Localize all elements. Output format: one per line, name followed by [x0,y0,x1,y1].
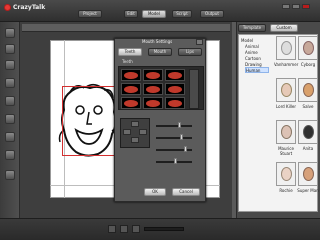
play-controls [108,224,190,234]
gallery: Vanhammer Cyborg Lord Killer Salve Mauri… [274,36,319,212]
gallery-item[interactable] [276,120,296,144]
gallery-item-label: Salve [302,104,314,109]
tree-item-anime[interactable]: Anime [245,50,258,55]
mouth-preset[interactable] [143,97,163,109]
gallery-item[interactable] [298,162,318,186]
slider-control[interactable] [156,146,196,154]
move-right-button[interactable] [139,129,147,135]
timeline-bar[interactable] [144,227,184,231]
tool-eye-icon[interactable] [5,44,15,54]
slider-control[interactable] [156,134,196,142]
gallery-item[interactable] [298,120,318,144]
tab-custom[interactable]: Custom [270,24,298,32]
gallery-item-label: Lord Killer [275,104,297,109]
tab-teeth[interactable]: Teeth [118,48,142,56]
tab-script[interactable]: Script [172,10,192,18]
mouth-preset-grid [118,66,204,110]
app-logo: CrazyTalk [4,3,46,13]
play-icon[interactable] [120,225,128,233]
mouth-preset[interactable] [165,69,185,81]
tab-template[interactable]: Template [238,24,266,32]
tool-gear-icon[interactable] [5,170,15,180]
tab-output[interactable]: Output [200,10,224,18]
logo-icon [4,4,11,11]
gallery-item[interactable] [298,78,318,102]
gallery-item-label: Super Man [297,188,319,193]
avatar [303,167,314,181]
gallery-item-label: Cyborg [300,62,316,67]
tab-lips[interactable]: Lips [178,48,202,56]
stop-icon[interactable] [132,225,140,233]
avatar [281,125,292,139]
tab-edit[interactable]: Edit [124,10,138,18]
avatar [303,125,314,139]
avatar [281,83,292,97]
first-frame-icon[interactable] [108,225,116,233]
tree-item-model[interactable]: Model [241,38,253,43]
ok-button[interactable]: OK [144,188,166,196]
close-icon[interactable] [302,4,310,9]
gallery-item-label: Rochie [279,188,293,193]
avatar [303,41,314,55]
slider-control[interactable] [156,158,196,166]
mouth-preset[interactable] [165,97,185,109]
tool-mouth-icon[interactable] [5,150,15,160]
teeth-label: Teeth [122,59,133,64]
tree-item-animal[interactable]: Animal [245,44,259,49]
maximize-icon[interactable] [292,4,300,9]
dialog-tabs: Teeth Mouth Lips [118,48,202,56]
mouth-preset[interactable] [121,83,141,95]
canvas-ruler [22,24,230,32]
cancel-button[interactable]: Cancel [172,188,200,196]
tree-item-human[interactable]: Human [245,67,269,73]
move-left-button[interactable] [123,129,131,135]
avatar [281,41,292,55]
gallery-item-label: Maurice Stuart [278,146,294,156]
model-tree: Model Animal Anime Cartoon Drawing Human [239,36,273,116]
slider-control[interactable] [156,122,196,130]
avatar [281,167,292,181]
tab-model[interactable]: Model [142,10,166,18]
minimize-icon[interactable] [282,4,290,9]
tool-new-icon[interactable] [5,28,15,38]
top-tabs: Project Edit Model Script Output [78,10,238,20]
dialog-title: Mouth Settings [142,39,173,44]
move-up-button[interactable] [131,121,139,127]
mouth-preset[interactable] [121,97,141,109]
mouth-preset[interactable] [143,83,163,95]
tool-head-icon[interactable] [5,78,15,88]
dialog-close-icon[interactable] [196,39,203,45]
move-down-button[interactable] [131,137,139,143]
gallery-item[interactable] [298,36,318,60]
tool-mask-icon[interactable] [5,132,15,142]
gallery-item[interactable] [276,162,296,186]
gallery-item[interactable] [276,78,296,102]
mouth-preset[interactable] [165,83,185,95]
tool-figure-icon[interactable] [5,96,15,106]
tab-project[interactable]: Project [78,10,102,18]
tab-mouth[interactable]: Mouth [148,48,172,56]
grid-scrollbar[interactable] [189,69,199,109]
tool-pen-icon[interactable] [5,114,15,124]
window-controls [282,4,316,10]
avatar [303,83,314,97]
mouth-preset[interactable] [121,69,141,81]
tool-face-icon[interactable] [5,60,15,70]
gallery-item[interactable] [276,36,296,60]
gallery-item-label: Vanhammer [274,62,299,67]
logo-text: CrazyTalk [13,4,46,11]
mouth-preset[interactable] [143,69,163,81]
gallery-item-label: Anita [302,146,314,151]
tree-item-cartoon[interactable]: Cartoon [245,56,261,61]
right-panel-tabs: Template Custom [238,24,318,32]
